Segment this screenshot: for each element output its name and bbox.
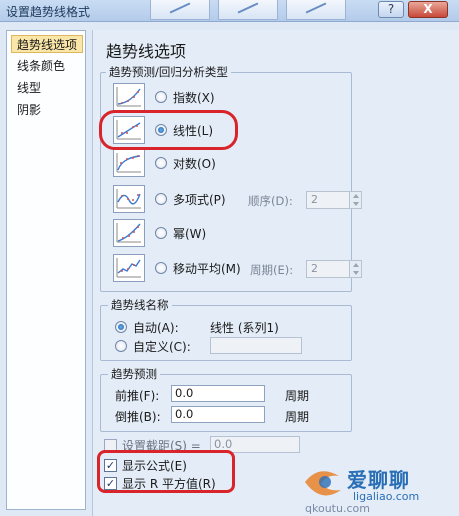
custom-name-input[interactable]: [210, 337, 302, 354]
moving-average-label: 移动平均(M): [173, 262, 241, 276]
order-value: 2: [311, 193, 318, 206]
forecast-group-label: 趋势预测: [108, 366, 160, 382]
power-radio[interactable]: [155, 227, 167, 239]
watermark-brand: 爱聊聊: [347, 468, 410, 492]
highlight-annotation: [99, 110, 238, 150]
watermark-url-secondary: qkoutu.com: [305, 502, 370, 515]
forward-label: 前推(F):: [115, 389, 160, 403]
polynomial-trend-icon: [113, 185, 145, 213]
moving-average-icon: [113, 254, 145, 282]
backward-input[interactable]: 0.0: [171, 406, 265, 423]
name-custom-radio[interactable]: [115, 340, 127, 352]
background-chart-fragment: [150, 0, 210, 20]
power-label: 幂(W): [173, 227, 207, 241]
name-custom-label: 自定义(C):: [133, 340, 191, 354]
title-bar: 设置趋势线格式 ? X: [0, 0, 459, 22]
moving-average-radio[interactable]: [155, 262, 167, 274]
category-list: 趋势线选项 线条颜色 线型 阴影: [6, 30, 86, 510]
period-label: 周期(E):: [250, 263, 294, 277]
order-stepper[interactable]: 2: [306, 191, 362, 209]
backward-unit: 周期: [285, 410, 310, 424]
exponential-trend-icon: [113, 83, 145, 111]
period-value: 2: [311, 262, 318, 275]
exponential-radio[interactable]: [155, 91, 167, 103]
period-stepper-arrows-icon[interactable]: [349, 261, 361, 277]
background-chart-fragment: [286, 0, 346, 20]
sidebar-item-line-color[interactable]: 线条颜色: [13, 57, 69, 75]
polynomial-radio[interactable]: [155, 193, 167, 205]
logarithmic-label: 对数(O): [173, 157, 216, 171]
background-chart-fragment: [218, 0, 278, 20]
trendline-name-group-label: 趋势线名称: [108, 297, 172, 313]
logarithmic-trend-icon: [113, 149, 145, 177]
logarithmic-radio[interactable]: [155, 157, 167, 169]
period-stepper[interactable]: 2: [306, 260, 362, 278]
order-label: 顺序(D):: [248, 194, 293, 208]
sidebar-item-shadow[interactable]: 阴影: [13, 101, 45, 119]
watermark: 爱聊聊 ligaliao.com qkoutu.com: [299, 454, 459, 516]
help-button[interactable]: ?: [378, 1, 404, 18]
regression-type-group-label: 趋势预测/回归分析类型: [106, 64, 231, 80]
power-trend-icon: [113, 219, 145, 247]
name-auto-label: 自动(A):: [133, 321, 179, 335]
backward-label: 倒推(B):: [115, 410, 161, 424]
panel-heading: 趋势线选项: [106, 42, 187, 61]
window-title: 设置趋势线格式: [6, 5, 91, 19]
sidebar-item-line-style[interactable]: 线型: [13, 79, 45, 97]
sidebar-item-trendline-options[interactable]: 趋势线选项: [11, 35, 84, 53]
polynomial-label: 多项式(P): [173, 193, 226, 207]
order-stepper-arrows-icon[interactable]: [349, 192, 361, 208]
forward-unit: 周期: [285, 389, 310, 403]
name-auto-radio[interactable]: [115, 321, 127, 333]
forward-input[interactable]: 0.0: [171, 385, 265, 402]
watermark-logo-icon: [305, 471, 341, 496]
name-auto-value: 线性 (系列1): [210, 321, 279, 335]
close-button[interactable]: X: [408, 1, 448, 18]
exponential-label: 指数(X): [173, 91, 215, 105]
highlight-annotation: [97, 450, 235, 493]
